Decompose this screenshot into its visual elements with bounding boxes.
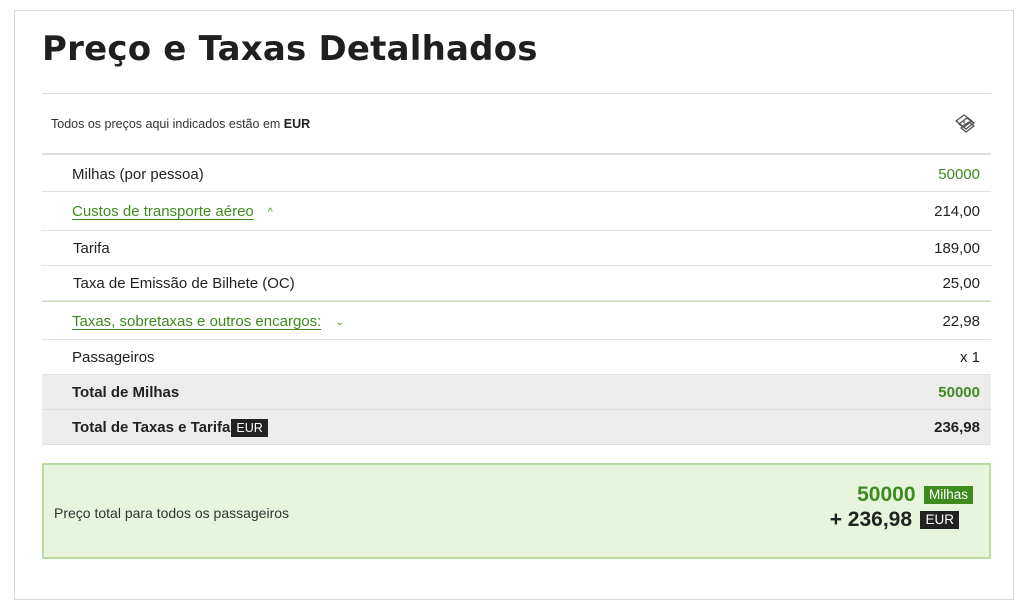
total-price-summary: Preço total para todos os passageiros 50… (42, 463, 991, 559)
air-costs-toggle[interactable]: Custos de transporte aéreo ^ (72, 203, 273, 220)
total-taxes-label: Total de Taxas e Tarifa EUR (72, 419, 268, 438)
row-label: Milhas (por pessoa) (72, 166, 204, 183)
row-label: Tarifa (73, 240, 110, 257)
row-label: Passageiros (72, 349, 155, 366)
row-value: 22,98 (942, 313, 980, 330)
summary-label: Preço total para todos os passageiros (54, 505, 290, 521)
currency-exchange-icon[interactable]: $ (953, 112, 977, 136)
price-details-panel: Preço e Taxas Detalhados Todos os preços… (14, 10, 1014, 600)
currency-note: Todos os preços aqui indicados estão em … (51, 117, 310, 131)
row-ticket-fee: Taxa de Emissão de Bilhete (OC) 25,00 (42, 266, 991, 301)
row-taxes: Taxas, sobretaxas e outros encargos: ⌄ 2… (42, 301, 991, 340)
currency-bar: Todos os preços aqui indicados estão em … (42, 93, 991, 155)
row-label: Total de Milhas (72, 384, 180, 401)
summary-miles: 50000 Milhas (857, 483, 973, 507)
taxes-link[interactable]: Taxas, sobretaxas e outros encargos: (72, 313, 321, 330)
row-miles: Milhas (por pessoa) 50000 (42, 157, 991, 192)
chevron-down-icon[interactable]: ⌄ (335, 317, 343, 328)
row-value: x 1 (959, 349, 980, 366)
row-total-miles: Total de Milhas 50000 (42, 375, 991, 410)
currency-code: EUR (283, 117, 311, 131)
row-air-costs: Custos de transporte aéreo ^ 214,00 (42, 192, 991, 231)
row-value: 50000 (938, 384, 980, 401)
row-value: 214,00 (934, 203, 980, 220)
row-fare: Tarifa 189,00 (42, 231, 991, 266)
row-total-taxes: Total de Taxas e Tarifa EUR 236,98 (42, 410, 991, 445)
page-title: Preço e Taxas Detalhados (42, 29, 538, 69)
miles-badge: Milhas (923, 486, 973, 504)
row-label: Taxa de Emissão de Bilhete (OC) (73, 275, 295, 292)
price-table: Milhas (por pessoa) 50000 Custos de tran… (42, 157, 991, 445)
currency-badge: EUR (231, 419, 268, 438)
row-value: 236,98 (934, 419, 980, 436)
taxes-toggle[interactable]: Taxas, sobretaxas e outros encargos: ⌄ (72, 313, 344, 330)
chevron-up-icon[interactable]: ^ (268, 207, 273, 218)
row-value: 50000 (938, 166, 980, 183)
summary-miles-value: 50000 (857, 483, 916, 506)
air-costs-link[interactable]: Custos de transporte aéreo (72, 203, 254, 220)
summary-eur-value: + 236,98 (829, 508, 913, 531)
summary-eur: + 236,98 EUR (830, 508, 959, 532)
row-value: 189,00 (934, 240, 980, 257)
row-passengers: Passageiros x 1 (42, 340, 991, 375)
row-value: 25,00 (942, 275, 980, 292)
eur-badge: EUR (920, 511, 959, 529)
row-label: Total de Taxas e Tarifa (72, 419, 231, 436)
currency-note-text: Todos os preços aqui indicados estão em (51, 117, 281, 131)
svg-text:$: $ (963, 120, 967, 127)
